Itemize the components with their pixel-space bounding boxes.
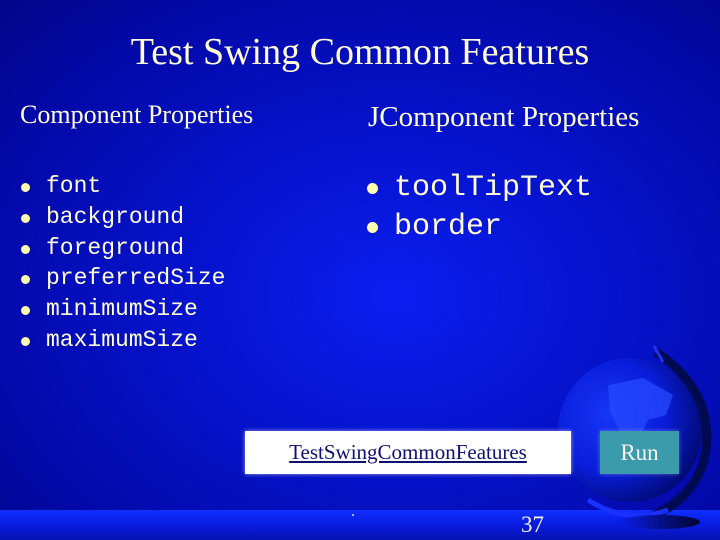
list-item: font [20,172,225,203]
list-item: toolTipText [366,170,592,209]
bullet-icon [21,275,30,285]
list-item-text: preferredSize [46,265,226,292]
bullet-icon [21,213,30,223]
run-button[interactable]: Run [600,431,679,474]
list-item: background [20,203,225,234]
link-label[interactable]: TestSwingCommonFeatures [289,440,527,465]
page-number: 37 [521,512,544,537]
slide-title: Test Swing Common Features [130,31,590,73]
list-item: preferredSize [20,264,225,295]
bullet-icon [21,244,30,254]
list-item-text: foreground [46,234,185,261]
footer-dot [352,514,354,516]
bullet-icon [21,183,30,192]
bullet-icon [367,183,378,194]
list-item-text: border [394,210,503,244]
list-item-text: toolTipText [394,171,593,205]
bullet-icon [367,222,378,233]
jcomponent-properties-heading: JComponent Properties [368,101,640,133]
list-item: maximumSize [20,326,225,357]
list-item-text: font [46,173,102,199]
list-item-text: maximumSize [46,326,198,353]
jcomponent-properties-list: toolTipText border [366,170,592,248]
bullet-icon [21,336,30,346]
list-item: minimumSize [20,295,225,326]
list-item: border [366,209,592,248]
list-item-text: minimumSize [46,296,198,323]
list-item-text: background [46,203,185,230]
component-properties-heading: Component Properties [20,100,254,129]
test-swing-common-features-link[interactable]: TestSwingCommonFeatures [245,431,571,474]
component-properties-list: font background foreground preferredSize… [20,172,225,357]
list-item: foreground [20,234,225,265]
bullet-icon [21,306,30,316]
